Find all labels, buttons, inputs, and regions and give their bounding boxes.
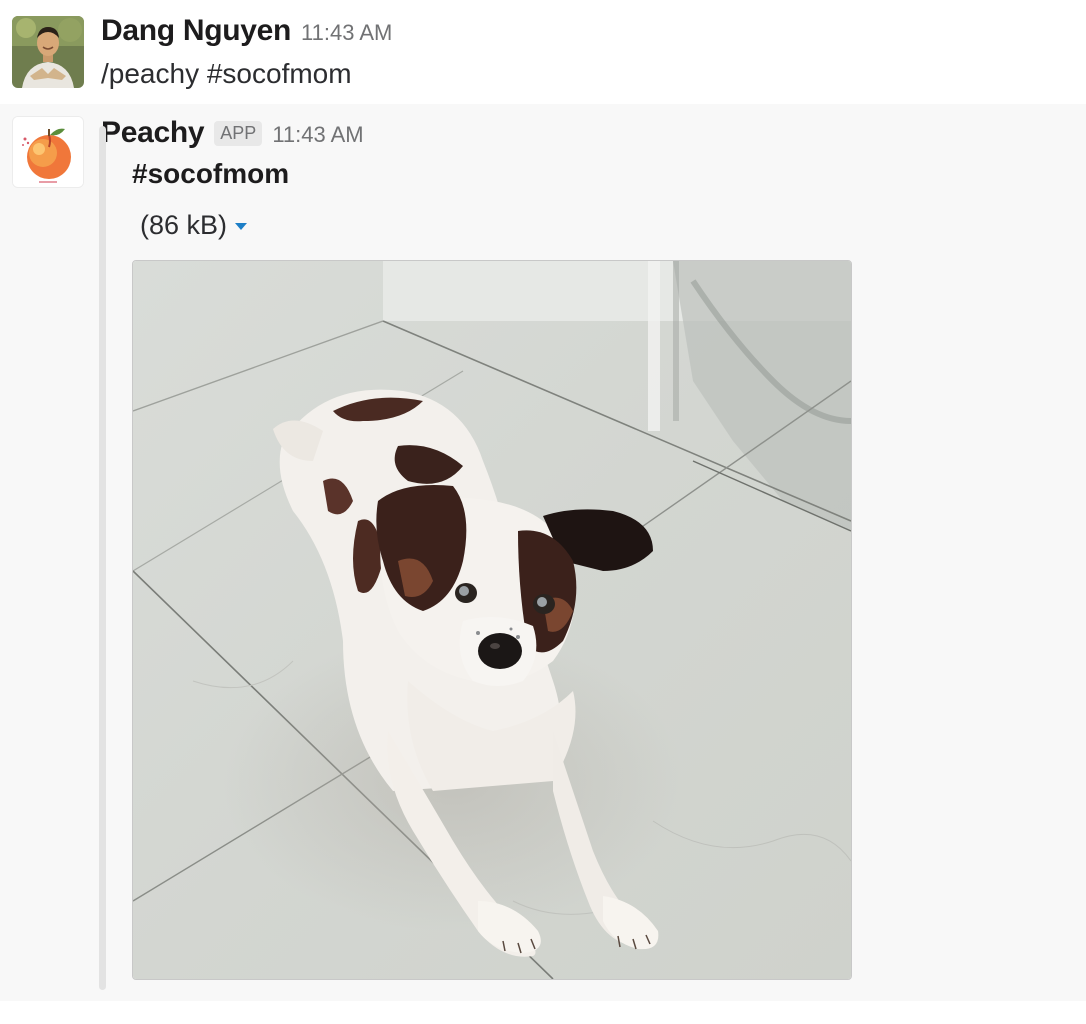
message-header: Peachy APP 11:43 AM [101, 116, 364, 150]
sender-name[interactable]: Peachy [101, 116, 205, 150]
user-avatar[interactable] [12, 16, 84, 88]
peach-logo-graphic [13, 117, 83, 187]
attachment-image[interactable] [132, 260, 852, 980]
file-size: (86 kB) [140, 210, 248, 241]
attachment-title: #socofmom [132, 158, 290, 189]
timestamp[interactable]: 11:43 AM [301, 20, 392, 46]
file-size-label: (86 kB) [140, 210, 228, 240]
message-text: /peachy #socofmom [101, 58, 352, 89]
message-header: Dang Nguyen 11:43 AM [101, 14, 392, 48]
app-badge: APP [214, 121, 263, 146]
dog-photo [133, 261, 851, 979]
user-avatar-photo [12, 16, 84, 88]
sender-name[interactable]: Dang Nguyen [101, 14, 291, 48]
timestamp[interactable]: 11:43 AM [272, 122, 363, 148]
message-bot: Peachy APP 11:43 AM #socofmom (86 kB) [0, 104, 1086, 1001]
peach-logo-icon[interactable] [12, 116, 84, 188]
message-user: Dang Nguyen 11:43 AM /peachy #socofmom [0, 0, 1086, 104]
attachment-bar [99, 126, 106, 990]
caret-down-icon[interactable] [235, 223, 248, 230]
